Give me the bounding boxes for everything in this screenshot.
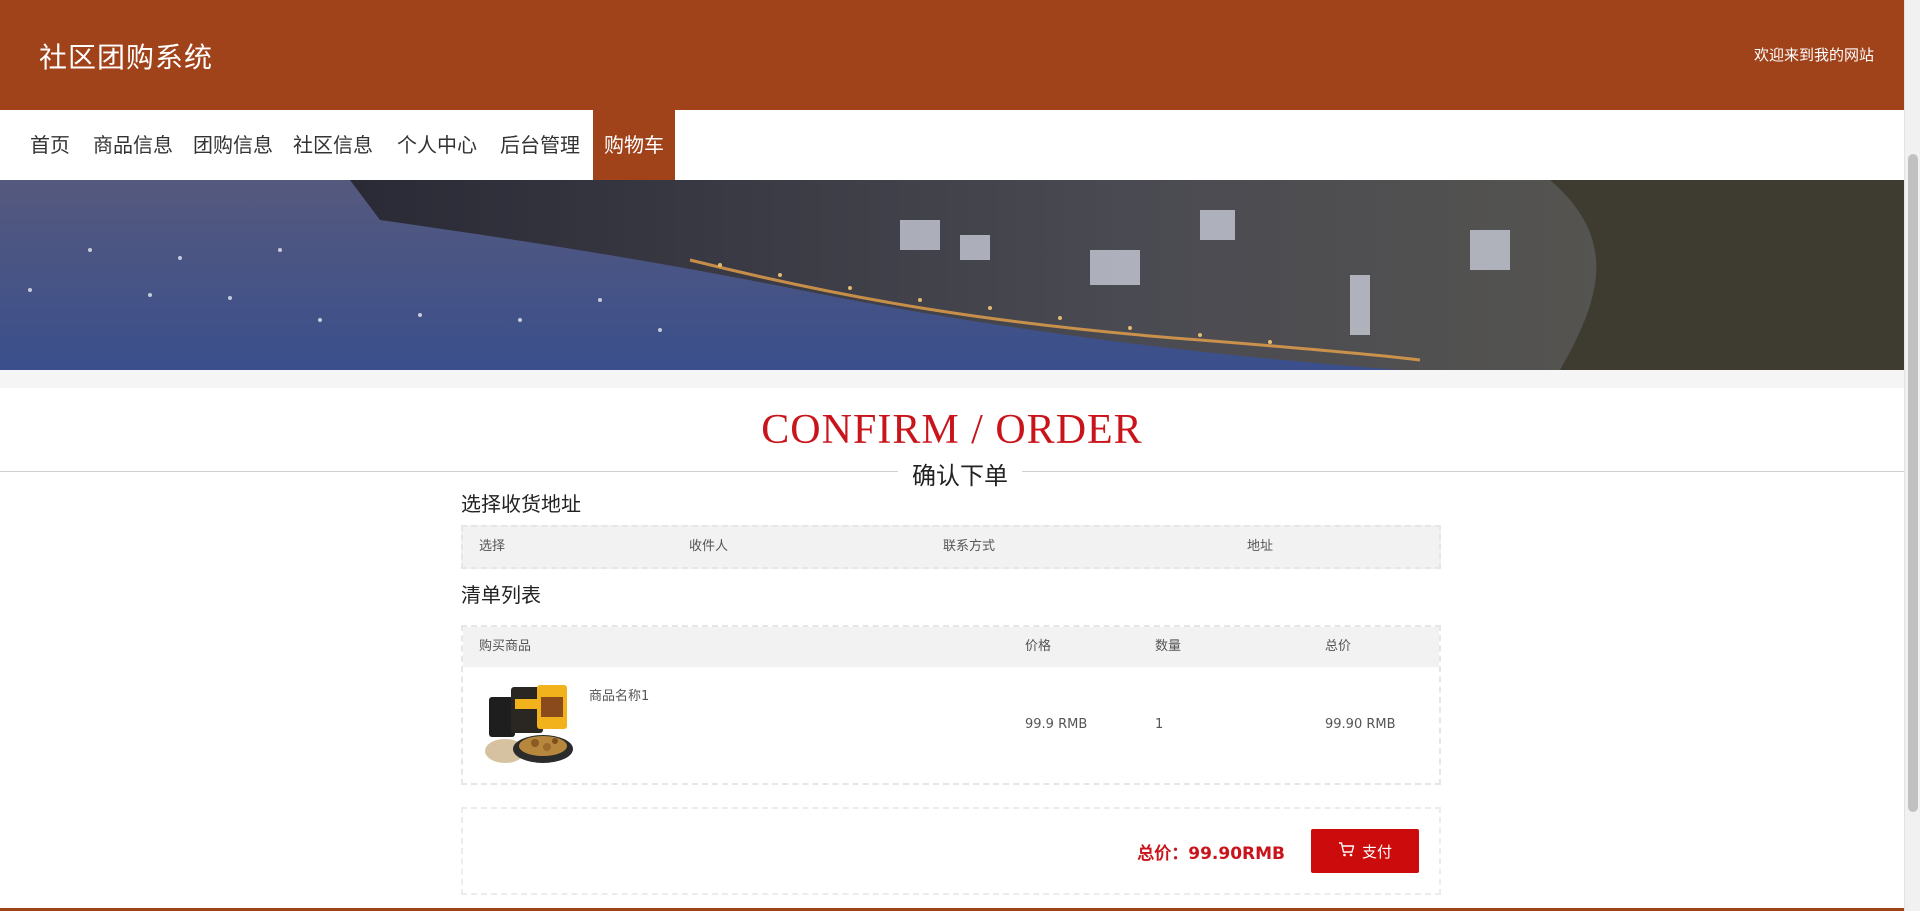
gap-strip bbox=[0, 370, 1904, 388]
nav-item-home[interactable]: 首页 bbox=[22, 110, 78, 180]
product-price: 99.9 RMB bbox=[1025, 717, 1088, 732]
site-title[interactable]: 社区团购系统 bbox=[39, 36, 213, 76]
scrollbar-thumb[interactable] bbox=[1908, 154, 1918, 812]
address-table: 选择 收件人 联系方式 地址 bbox=[461, 525, 1441, 569]
page-scrollbar[interactable] bbox=[1904, 0, 1920, 911]
pay-button[interactable]: 支付 bbox=[1311, 829, 1419, 873]
order-total: 总价：99.90RMB bbox=[1137, 844, 1285, 864]
section-title-cn: 确认下单 bbox=[898, 456, 1022, 491]
harbor-night-scene bbox=[0, 180, 1904, 370]
product-name[interactable]: 商品名称1 bbox=[589, 685, 649, 704]
nav-item-profile[interactable]: 个人中心 bbox=[390, 110, 484, 180]
address-col-select: 选择 bbox=[479, 539, 506, 554]
order-col-total: 总价 bbox=[1325, 639, 1352, 654]
nav-item-cart[interactable]: 购物车 bbox=[593, 110, 675, 180]
address-col-contact: 联系方式 bbox=[943, 539, 996, 554]
main-nav: 首页 商品信息 团购信息 社区信息 个人中心 后台管理 购物车 bbox=[0, 110, 1904, 180]
cart-icon bbox=[1338, 841, 1355, 861]
page: 社区团购系统 欢迎来到我的网站 首页 商品信息 团购信息 社区信息 个人中心 后… bbox=[0, 0, 1920, 911]
section-title-en: CONFIRM / ORDER bbox=[761, 407, 1143, 453]
snack-package-image[interactable] bbox=[481, 683, 581, 769]
site-header: 社区团购系统 欢迎来到我的网站 bbox=[0, 0, 1904, 110]
nav-item-group-buy[interactable]: 团购信息 bbox=[186, 110, 280, 180]
address-col-recipient: 收件人 bbox=[689, 539, 729, 554]
order-col-product: 购买商品 bbox=[479, 639, 532, 654]
address-col-address: 地址 bbox=[1247, 539, 1274, 554]
order-summary: 总价：99.90RMB 支付 bbox=[461, 807, 1441, 895]
order-col-quantity: 数量 bbox=[1155, 639, 1182, 654]
table-row: 商品名称1 99.9 RMB 1 99.90 RMB bbox=[463, 667, 1439, 783]
address-heading: 选择收货地址 bbox=[461, 492, 581, 516]
product-quantity: 1 bbox=[1155, 717, 1164, 732]
order-col-price: 价格 bbox=[1025, 639, 1052, 654]
nav-item-community[interactable]: 社区信息 bbox=[286, 110, 380, 180]
banner-image bbox=[0, 180, 1904, 370]
nav-item-admin[interactable]: 后台管理 bbox=[493, 110, 587, 180]
product-total: 99.90 RMB bbox=[1325, 717, 1396, 732]
nav-item-products[interactable]: 商品信息 bbox=[86, 110, 180, 180]
welcome-text: 欢迎来到我的网站 bbox=[1753, 46, 1874, 64]
pay-button-label: 支付 bbox=[1361, 842, 1392, 861]
order-table-header: 购买商品 价格 数量 总价 bbox=[463, 627, 1439, 667]
order-list-heading: 清单列表 bbox=[461, 583, 541, 607]
order-table: 购买商品 价格 数量 总价 商品名称1 99.9 RMB 1 99.90 RMB bbox=[461, 625, 1441, 785]
